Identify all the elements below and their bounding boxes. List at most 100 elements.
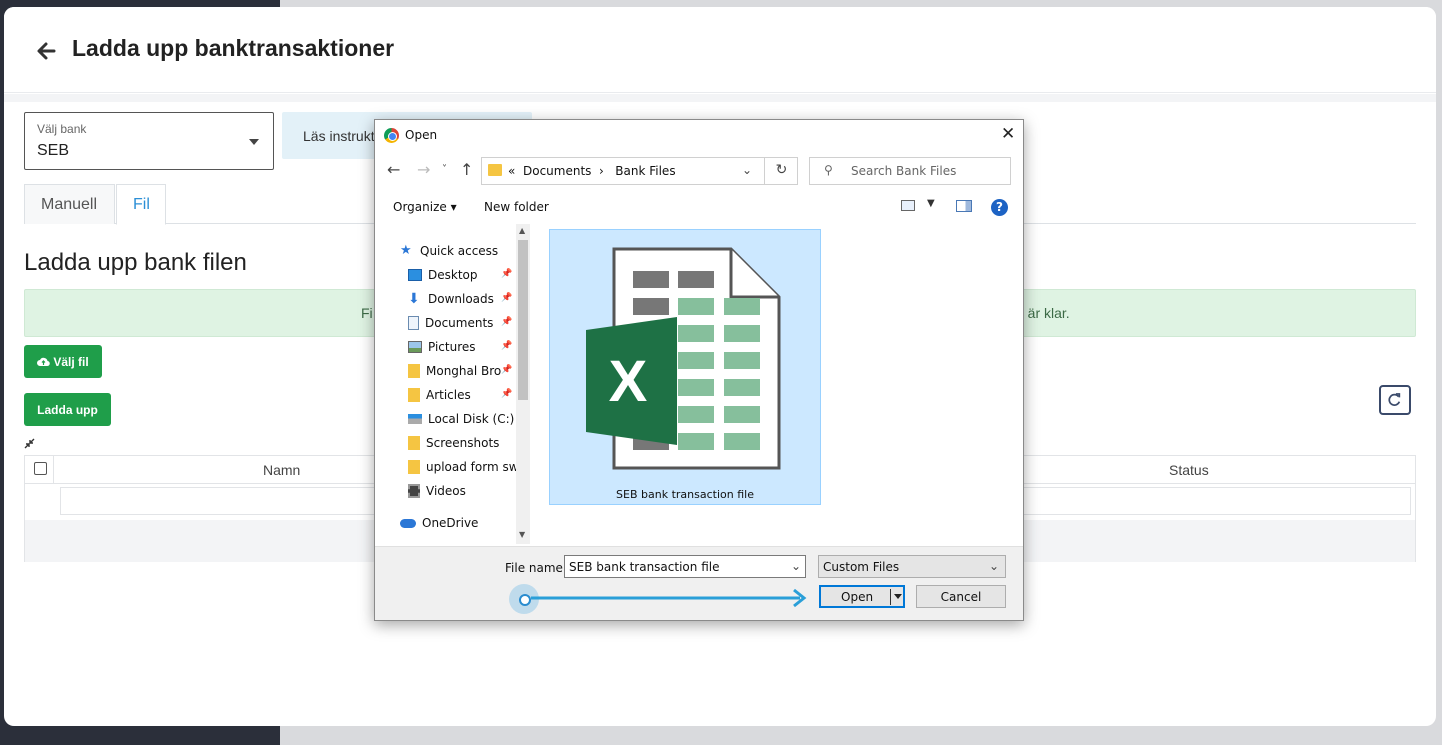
help-icon[interactable]: ? <box>991 199 1008 216</box>
picture-icon <box>408 341 422 353</box>
nav-item-label: Videos <box>426 484 466 498</box>
upload-button[interactable]: Ladda upp <box>24 393 111 426</box>
file-name-caption: SEB bank transaction file <box>616 488 754 501</box>
navigation-bar: ← → ˅ ↑ « Documents › Bank Files ⌄ ↻ ⚲ S… <box>375 156 1023 186</box>
dialog-toolbar: Organize ▾ New folder ▼ ? <box>375 194 1023 220</box>
organize-menu[interactable]: Organize ▾ <box>393 200 457 214</box>
folder-icon <box>408 364 420 378</box>
nav-item-local-disk[interactable]: Local Disk (C:) <box>408 409 516 429</box>
open-button[interactable]: Open <box>819 585 905 608</box>
forward-icon[interactable]: → <box>417 160 430 179</box>
dialog-titlebar: Open ✕ <box>375 120 1023 150</box>
download-icon: ⬇ <box>408 291 420 307</box>
nav-item-desktop[interactable]: Desktop <box>408 265 516 285</box>
chevron-down-icon <box>249 139 259 145</box>
nav-item-screenshots[interactable]: Screenshots <box>408 433 516 453</box>
chevron-down-icon: ⌄ <box>988 559 999 573</box>
page-title: Ladda upp banktransaktioner <box>72 35 395 61</box>
scroll-up-icon[interactable]: ▲ <box>519 226 525 235</box>
tab-manuell[interactable]: Manuell <box>24 184 115 224</box>
breadcrumb-overflow[interactable]: « <box>508 164 515 178</box>
search-box[interactable]: ⚲ Search Bank Files <box>809 157 1011 185</box>
nav-item-quick-access[interactable]: ★ Quick access <box>400 241 508 261</box>
alert-text-left: Fi <box>361 305 373 321</box>
nav-item-monghal[interactable]: Monghal Bro <box>408 361 516 381</box>
chrome-icon <box>384 128 399 143</box>
disk-icon <box>408 414 422 424</box>
file-type-select[interactable]: Custom Files ⌄ <box>818 555 1006 578</box>
cloud-upload-icon <box>37 357 51 366</box>
nav-item-label: upload form swe <box>426 460 516 474</box>
nav-item-pictures[interactable]: Pictures <box>408 337 516 357</box>
chevron-down-icon[interactable]: ▼ <box>927 198 935 209</box>
address-bar[interactable]: « Documents › Bank Files ⌄ ↻ <box>481 157 798 185</box>
section-title: Ladda upp bank filen <box>24 249 247 276</box>
column-header-namn[interactable]: Namn <box>263 462 300 478</box>
recent-locations-icon[interactable]: ˅ <box>442 164 447 175</box>
nav-scrollbar[interactable]: ▲ ▼ <box>516 224 530 544</box>
nav-item-downloads[interactable]: ⬇ Downloads <box>408 289 516 309</box>
nav-item-label: Articles <box>426 388 471 402</box>
cancel-button[interactable]: Cancel <box>916 585 1006 608</box>
nav-item-upload-form[interactable]: upload form swe <box>408 457 516 477</box>
breadcrumb-documents[interactable]: Documents <box>523 164 591 178</box>
dialog-footer: File name: SEB bank transaction file ⌄ Cu… <box>375 546 1023 620</box>
cloud-icon <box>400 518 416 528</box>
desktop-icon <box>408 269 422 281</box>
back-arrow-icon[interactable] <box>36 41 56 61</box>
select-all-checkbox[interactable] <box>34 462 47 475</box>
bank-select[interactable]: Välj bank SEB <box>24 112 274 170</box>
pin-icon: 📌 <box>501 269 513 279</box>
collapse-icon[interactable] <box>24 438 35 449</box>
pin-icon: 📌 <box>501 317 513 327</box>
nav-item-articles[interactable]: Articles <box>408 385 516 405</box>
scrollbar-thumb[interactable] <box>518 240 528 400</box>
up-icon[interactable]: ↑ <box>460 160 473 179</box>
star-icon: ★ <box>400 243 412 258</box>
nav-item-documents[interactable]: Documents <box>408 313 516 333</box>
navigation-pane: ★ Quick access Desktop ⬇ Downloads Documen… <box>375 224 531 544</box>
dialog-title: Open <box>405 128 438 142</box>
refresh-icon[interactable]: ↻ <box>764 158 798 184</box>
scroll-down-icon[interactable]: ▼ <box>519 530 525 539</box>
view-options-icon[interactable] <box>901 200 915 211</box>
divider <box>53 456 54 484</box>
file-name-input[interactable]: SEB bank transaction file ⌄ <box>564 555 806 578</box>
svg-text:X: X <box>609 349 648 414</box>
bank-select-label: Välj bank <box>37 122 87 136</box>
open-options-icon[interactable] <box>894 594 902 599</box>
breadcrumb-bank-files[interactable]: Bank Files <box>615 164 675 178</box>
chevron-down-icon[interactable]: ⌄ <box>791 559 801 573</box>
nav-item-onedrive[interactable]: OneDrive <box>400 513 508 533</box>
preview-pane-icon[interactable] <box>956 200 972 212</box>
organize-label: Organize <box>393 200 447 214</box>
file-item[interactable]: X SEB bank transaction file <box>549 229 821 505</box>
nav-item-label: Desktop <box>428 268 478 282</box>
nav-item-videos[interactable]: Videos <box>408 481 516 501</box>
divider <box>4 94 1436 102</box>
chevron-down-icon[interactable]: ⌄ <box>742 163 752 177</box>
nav-item-label: Quick access <box>420 244 499 258</box>
tab-fil[interactable]: Fil <box>116 184 166 225</box>
open-file-dialog: Open ✕ ← → ˅ ↑ « Documents › Bank Files … <box>374 119 1024 621</box>
file-name-label: File name: <box>505 561 567 575</box>
alert-text-right: g är klar. <box>1016 305 1070 321</box>
choose-file-label: Välj fil <box>53 354 89 369</box>
nav-item-label: Monghal Bro <box>426 364 502 378</box>
new-folder-button[interactable]: New folder <box>484 200 549 214</box>
column-header-status[interactable]: Status <box>1169 462 1209 478</box>
back-icon[interactable]: ← <box>387 160 400 179</box>
close-icon[interactable]: ✕ <box>1001 124 1015 144</box>
cursor-pointer <box>509 584 539 614</box>
file-name-value: SEB bank transaction file <box>569 560 720 574</box>
folder-icon <box>408 388 420 402</box>
search-placeholder: Search Bank Files <box>851 164 957 178</box>
pin-icon: 📌 <box>501 365 513 375</box>
folder-icon <box>408 460 420 474</box>
pin-icon: 📌 <box>501 389 513 399</box>
choose-file-button[interactable]: Välj fil <box>24 345 102 378</box>
breadcrumb: « Documents › Bank Files <box>508 164 676 178</box>
refresh-icon[interactable] <box>1379 385 1411 415</box>
nav-item-label: Downloads <box>428 292 494 306</box>
folder-icon <box>488 164 502 176</box>
